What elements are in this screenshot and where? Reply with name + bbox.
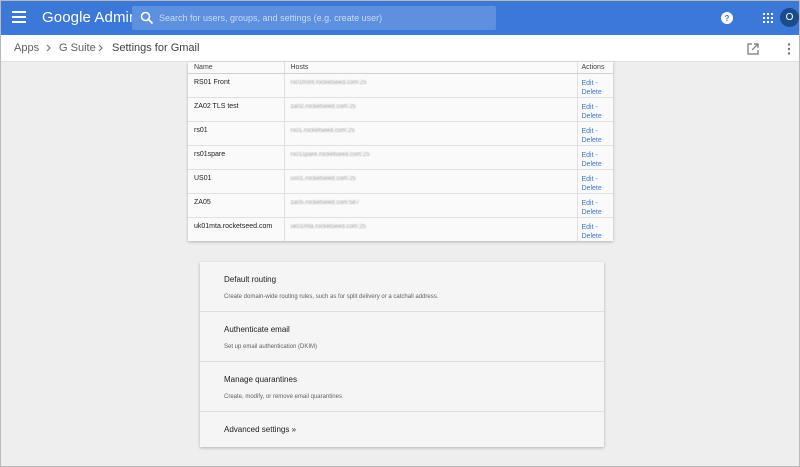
host-name-cell: US01: [188, 169, 284, 194]
column-header-hosts[interactable]: Hosts: [283, 62, 577, 74]
brand-title[interactable]: Google Admin: [42, 9, 137, 26]
setting-description: Create domain-wide routing rules, such a…: [224, 294, 439, 300]
table-row: rs01 rs01.rocketseed.com:25 Edit - Delete: [188, 121, 614, 146]
actions-cell: Edit - Delete: [576, 97, 614, 122]
table-row: US01 us01.rocketseed.com:25 Edit - Delete: [188, 169, 614, 194]
host-name-cell: ZA05: [188, 193, 284, 218]
host-address-cell: us01.rocketseed.com:25: [283, 169, 577, 194]
host-address-cell: uk01mta.rocketseed.com:25: [283, 217, 577, 241]
actions-cell: Edit - Delete: [576, 217, 614, 241]
hosts-table-card: Name Hosts Actions RS01 Front rs01front.r…: [188, 62, 613, 241]
column-header-actions: Actions: [576, 62, 613, 74]
edit-link[interactable]: Edit -: [582, 175, 614, 184]
svg-text:?: ?: [725, 14, 730, 23]
host-address: za05.rocketseed.com:587: [290, 199, 360, 206]
delete-link[interactable]: Delete: [582, 88, 614, 97]
breadcrumb: Apps G Suite Settings for Gmail: [1, 35, 799, 62]
host-name-cell: ZA02 TLS test: [188, 97, 284, 122]
host-address-cell: za05.rocketseed.com:587: [283, 193, 577, 218]
delete-link[interactable]: Delete: [582, 136, 614, 145]
host-address-cell: rs01.rocketseed.com:25: [283, 121, 577, 146]
actions-cell: Edit - Delete: [576, 193, 614, 218]
host-address: rs01spare.rocketseed.com:25: [290, 151, 370, 158]
breadcrumb-apps[interactable]: Apps: [14, 42, 39, 54]
top-app-bar: Google Admin ? O: [1, 1, 799, 35]
apps-grid-icon[interactable]: [763, 13, 773, 23]
chevron-right-icon: [98, 44, 103, 52]
host-address-cell: rs01spare.rocketseed.com:25: [283, 145, 577, 170]
table-row: rs01spare rs01spare.rocketseed.com:25 Edit…: [188, 145, 614, 170]
host-address: us01.rocketseed.com:25: [290, 175, 356, 182]
search-input[interactable]: [159, 9, 489, 27]
chevron-right-icon: [46, 44, 51, 52]
table-row: ZA02 TLS test za02.rocketseed.com:25 Edit …: [188, 97, 614, 122]
setting-description: Create, modify, or remove email quaranti…: [224, 394, 342, 400]
setting-title: Manage quarantines: [224, 375, 297, 384]
help-icon[interactable]: ?: [721, 12, 733, 24]
edit-link[interactable]: Edit -: [582, 103, 614, 112]
actions-cell: Edit - Delete: [576, 145, 614, 170]
table-row: ZA05 za05.rocketseed.com:587 Edit - Delete: [188, 193, 614, 218]
search-icon: [140, 11, 154, 25]
delete-link[interactable]: Delete: [582, 160, 614, 169]
manage-quarantines-row[interactable]: Manage quarantines Create, modify, or re…: [200, 362, 604, 412]
host-address-cell: za02.rocketseed.com:25: [283, 97, 577, 122]
avatar[interactable]: O: [780, 8, 799, 27]
table-row: uk01mta.rocketseed.com uk01mta.rocketseed…: [188, 217, 613, 241]
host-name-cell: RS01 Front: [188, 73, 284, 98]
open-in-new-icon[interactable]: [747, 43, 759, 55]
column-header-name[interactable]: Name: [188, 62, 284, 74]
breadcrumb-gsuite[interactable]: G Suite: [59, 42, 96, 54]
default-routing-row[interactable]: Default routing Create domain-wide routi…: [200, 262, 604, 312]
edit-link[interactable]: Edit -: [582, 199, 614, 208]
breadcrumb-current: Settings for Gmail: [112, 42, 200, 54]
search-box[interactable]: [132, 6, 496, 30]
host-address: rs01.rocketseed.com:25: [290, 127, 355, 134]
delete-link[interactable]: Delete: [582, 208, 614, 217]
host-address: rs01front.rocketseed.com:25: [290, 79, 367, 86]
edit-link[interactable]: Edit -: [582, 223, 614, 232]
actions-cell: Edit - Delete: [576, 169, 614, 194]
setting-title: Authenticate email: [224, 325, 290, 334]
host-address: za02.rocketseed.com:25: [290, 103, 356, 110]
more-vert-icon[interactable]: [787, 43, 791, 55]
edit-link[interactable]: Edit -: [582, 127, 614, 136]
edit-link[interactable]: Edit -: [582, 151, 614, 160]
advanced-settings-row[interactable]: Advanced settings »: [200, 412, 604, 446]
host-address-cell: rs01front.rocketseed.com:25: [283, 73, 577, 98]
delete-link[interactable]: Delete: [582, 232, 614, 241]
authenticate-email-row[interactable]: Authenticate email Set up email authenti…: [200, 312, 604, 362]
host-address: uk01mta.rocketseed.com:25: [290, 223, 366, 230]
table-row: RS01 Front rs01front.rocketseed.com:25 Edi…: [188, 73, 614, 98]
actions-cell: Edit - Delete: [576, 73, 614, 98]
edit-link[interactable]: Edit -: [582, 79, 614, 88]
setting-title: Default routing: [224, 275, 277, 284]
actions-cell: Edit - Delete: [576, 121, 614, 146]
host-name-cell: rs01: [188, 121, 284, 146]
menu-icon[interactable]: [12, 11, 26, 25]
setting-description: Set up email authentication (DKIM): [224, 344, 318, 350]
host-name-cell: uk01mta.rocketseed.com: [194, 222, 273, 230]
routing-settings-card: Default routing Create domain-wide routi…: [200, 262, 604, 447]
advanced-settings-link[interactable]: Advanced settings »: [224, 425, 296, 434]
hosts-table: Name Hosts Actions RS01 Front rs01front.r…: [188, 62, 613, 241]
delete-link[interactable]: Delete: [582, 184, 614, 193]
host-name-cell: rs01spare: [188, 145, 284, 170]
delete-link[interactable]: Delete: [582, 112, 614, 121]
